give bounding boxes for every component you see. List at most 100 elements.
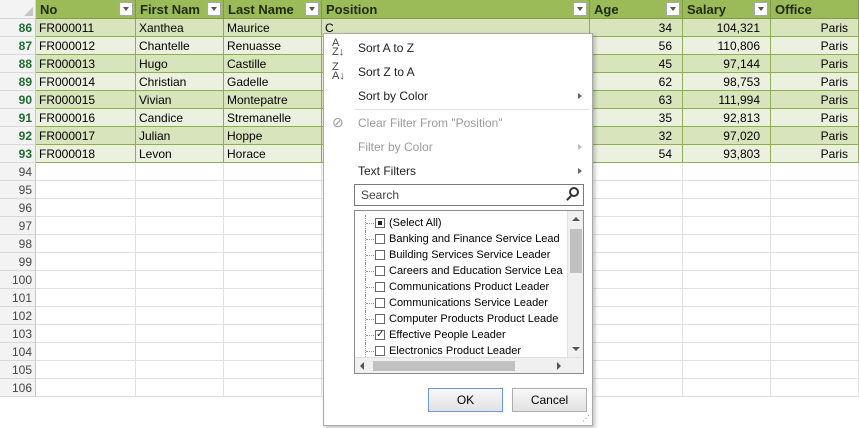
table-cell[interactable]: Levon — [136, 145, 224, 163]
resize-grip-icon[interactable]: ⋰ — [582, 415, 590, 423]
filter-values-list[interactable]: (Select All) Banking and Finance Service … — [354, 210, 584, 374]
row-header[interactable]: 96 — [0, 199, 36, 217]
table-cell[interactable]: FR000011 — [36, 19, 136, 37]
checkbox[interactable] — [375, 327, 385, 343]
row-header[interactable]: 106 — [0, 379, 36, 397]
table-cell[interactable]: Vivian — [136, 91, 224, 109]
empty-cell[interactable] — [224, 271, 322, 289]
column-header[interactable]: Office — [771, 0, 859, 19]
empty-cell[interactable] — [136, 307, 224, 325]
table-cell[interactable]: Chantelle — [136, 37, 224, 55]
cancel-button[interactable]: Cancel — [512, 388, 587, 412]
empty-cell[interactable] — [224, 343, 322, 361]
empty-cell[interactable] — [771, 289, 859, 307]
empty-cell[interactable] — [36, 217, 136, 235]
table-cell[interactable]: 104,321 — [683, 19, 771, 37]
empty-cell[interactable] — [136, 271, 224, 289]
empty-cell[interactable] — [683, 289, 771, 307]
empty-cell[interactable] — [36, 181, 136, 199]
empty-cell[interactable] — [683, 361, 771, 379]
sort-z-to-a-item[interactable]: Z A↓ Sort Z to A — [324, 60, 592, 84]
filter-dropdown-button[interactable] — [666, 2, 680, 16]
empty-cell[interactable] — [590, 325, 683, 343]
row-header[interactable]: 92 — [0, 127, 36, 145]
row-header[interactable]: 101 — [0, 289, 36, 307]
checkbox[interactable] — [375, 266, 385, 276]
empty-cell[interactable] — [36, 307, 136, 325]
empty-cell[interactable] — [224, 307, 322, 325]
filter-dropdown-button[interactable] — [119, 2, 133, 16]
table-cell[interactable]: Paris — [771, 145, 859, 163]
search-input[interactable]: Search — [354, 184, 584, 206]
select-all-corner[interactable] — [0, 0, 36, 19]
column-header[interactable]: Last Name — [224, 0, 322, 19]
column-header[interactable]: No — [36, 0, 136, 19]
empty-cell[interactable] — [36, 343, 136, 361]
table-cell[interactable]: Paris — [771, 19, 859, 37]
table-cell[interactable]: Paris — [771, 55, 859, 73]
checkbox[interactable] — [375, 298, 385, 308]
empty-cell[interactable] — [590, 253, 683, 271]
table-cell[interactable]: FR000013 — [36, 55, 136, 73]
table-cell[interactable]: 35 — [590, 109, 683, 127]
empty-cell[interactable] — [136, 235, 224, 253]
row-header[interactable]: 93 — [0, 145, 36, 163]
table-cell[interactable]: 93,803 — [683, 145, 771, 163]
checkbox[interactable] — [375, 282, 385, 292]
table-cell[interactable]: Paris — [771, 91, 859, 109]
table-cell[interactable]: FR000014 — [36, 73, 136, 91]
table-cell[interactable]: 97,020 — [683, 127, 771, 145]
table-cell[interactable]: FR000015 — [36, 91, 136, 109]
empty-cell[interactable] — [224, 289, 322, 307]
empty-cell[interactable] — [683, 253, 771, 271]
empty-cell[interactable] — [683, 181, 771, 199]
column-header[interactable]: Salary — [683, 0, 771, 19]
table-cell[interactable]: Maurice — [224, 19, 322, 37]
empty-cell[interactable] — [590, 199, 683, 217]
table-cell[interactable]: Julian — [136, 127, 224, 145]
table-cell[interactable]: Gadelle — [224, 73, 322, 91]
empty-cell[interactable] — [590, 235, 683, 253]
empty-cell[interactable] — [224, 379, 322, 397]
empty-cell[interactable] — [771, 325, 859, 343]
row-header[interactable]: 90 — [0, 91, 36, 109]
empty-cell[interactable] — [224, 217, 322, 235]
empty-cell[interactable] — [683, 217, 771, 235]
table-cell[interactable]: 62 — [590, 73, 683, 91]
table-cell[interactable]: Renuasse — [224, 37, 322, 55]
filter-dropdown-button[interactable] — [573, 2, 587, 16]
empty-cell[interactable] — [136, 163, 224, 181]
empty-cell[interactable] — [683, 379, 771, 397]
empty-cell[interactable] — [683, 199, 771, 217]
empty-cell[interactable] — [771, 271, 859, 289]
row-header[interactable]: 88 — [0, 55, 36, 73]
table-cell[interactable]: 97,144 — [683, 55, 771, 73]
table-cell[interactable]: 45 — [590, 55, 683, 73]
empty-cell[interactable] — [36, 289, 136, 307]
scroll-up-icon[interactable] — [568, 211, 583, 227]
sort-a-to-z-item[interactable]: A Z↓ Sort A to Z — [324, 36, 592, 60]
empty-cell[interactable] — [683, 307, 771, 325]
empty-cell[interactable] — [771, 343, 859, 361]
table-cell[interactable]: Paris — [771, 109, 859, 127]
empty-cell[interactable] — [590, 343, 683, 361]
table-cell[interactable]: FR000017 — [36, 127, 136, 145]
empty-cell[interactable] — [590, 163, 683, 181]
table-cell[interactable]: 56 — [590, 37, 683, 55]
table-cell[interactable]: Paris — [771, 37, 859, 55]
vertical-scrollbar[interactable] — [567, 211, 583, 357]
table-cell[interactable]: 110,806 — [683, 37, 771, 55]
empty-cell[interactable] — [224, 163, 322, 181]
filter-value-item[interactable]: (Select All) — [355, 215, 567, 231]
row-header[interactable]: 99 — [0, 253, 36, 271]
empty-cell[interactable] — [590, 181, 683, 199]
empty-cell[interactable] — [224, 253, 322, 271]
filter-value-item[interactable]: Communications Service Leader — [355, 295, 567, 311]
table-cell[interactable]: 54 — [590, 145, 683, 163]
table-cell[interactable]: 111,994 — [683, 91, 771, 109]
empty-cell[interactable] — [771, 199, 859, 217]
scroll-down-icon[interactable] — [568, 341, 583, 357]
empty-cell[interactable] — [771, 361, 859, 379]
checkbox[interactable] — [375, 218, 385, 228]
filter-by-color-item[interactable]: Filter by Color — [324, 135, 592, 159]
